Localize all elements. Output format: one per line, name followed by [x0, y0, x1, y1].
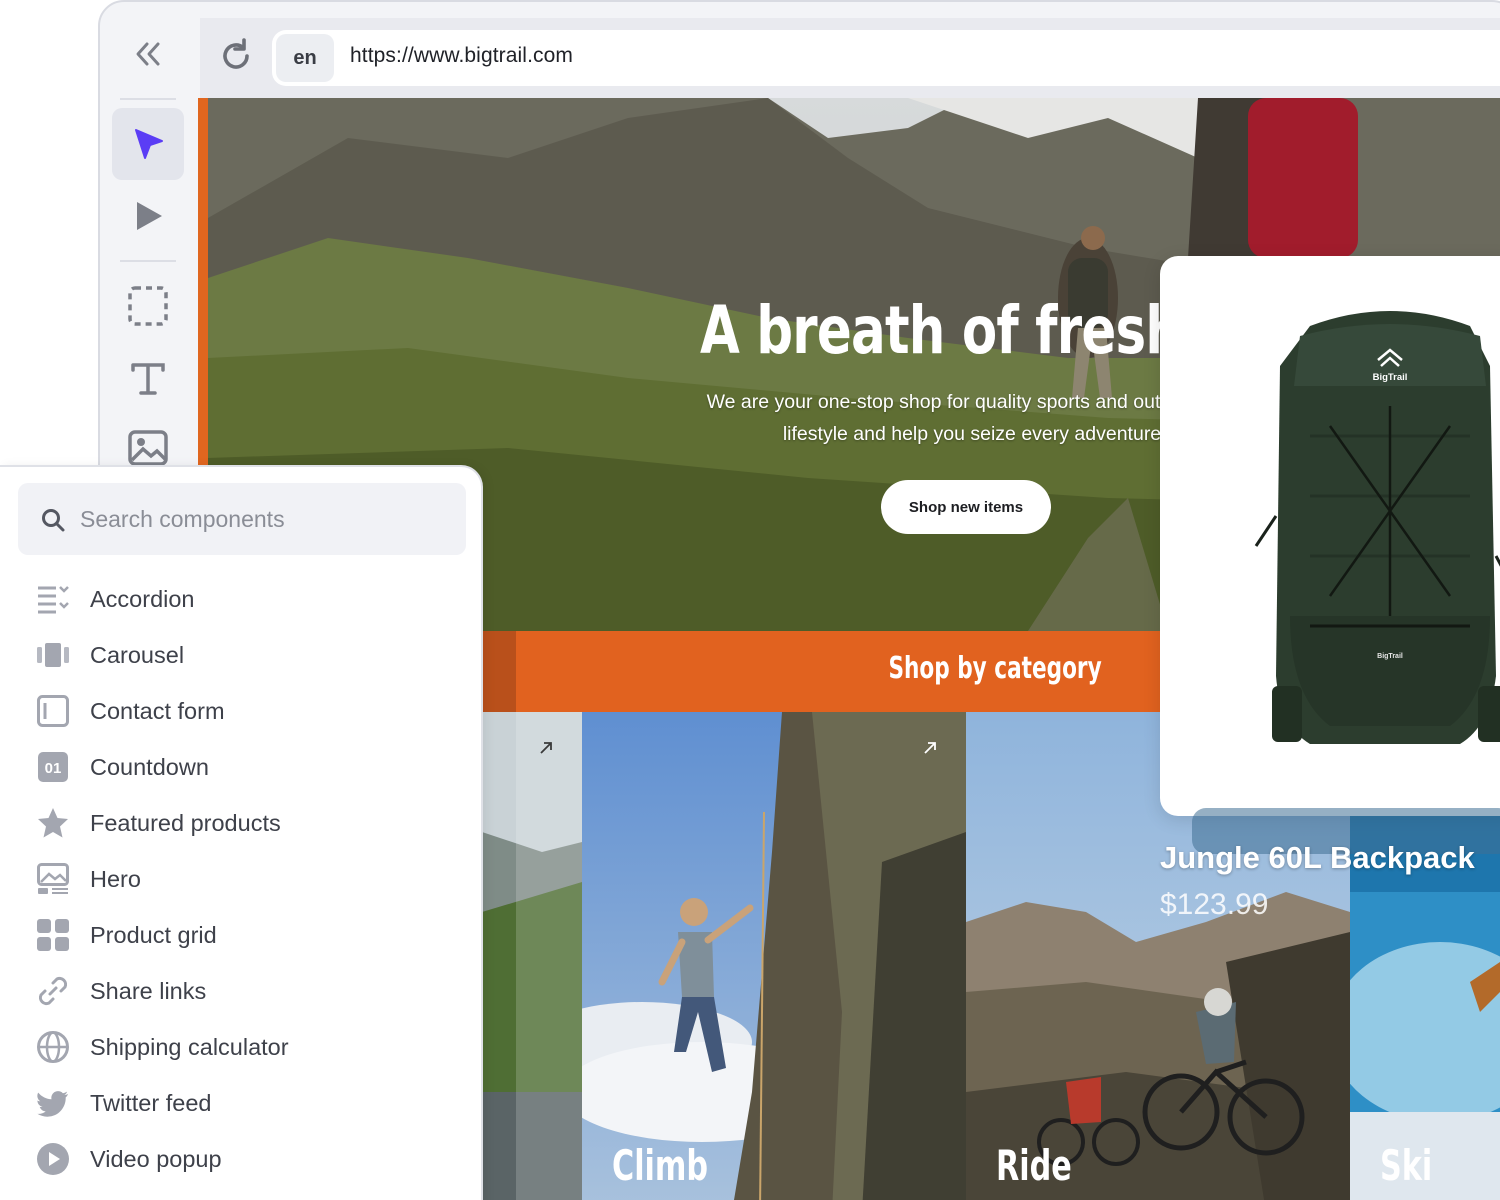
- rail-divider: [120, 98, 176, 100]
- hero-title: A breath of fresh: [700, 292, 1182, 369]
- landscape-image: [482, 712, 582, 1200]
- component-item-video-popup[interactable]: Video popup: [18, 1131, 466, 1187]
- search-icon: [42, 509, 65, 532]
- text-tool-button[interactable]: [112, 342, 184, 414]
- product-name: Jungle 60L Backpack: [1160, 840, 1475, 875]
- component-item-twitter-feed[interactable]: Twitter feed: [18, 1075, 466, 1131]
- image-icon: [128, 430, 168, 466]
- countdown-icon: 01: [36, 750, 70, 784]
- component-item-shipping-calculator[interactable]: Shipping calculator: [18, 1019, 466, 1075]
- star-icon: [36, 806, 70, 840]
- component-label: Countdown: [90, 753, 209, 780]
- search-input[interactable]: [80, 483, 450, 555]
- reload-icon[interactable]: [216, 36, 256, 76]
- contact-form-icon: [36, 694, 70, 728]
- language-selector[interactable]: en: [276, 34, 334, 82]
- component-item-accordion[interactable]: Accordion: [18, 571, 466, 627]
- arrow-up-right-icon: [540, 742, 552, 754]
- product-card[interactable]: BigTrail BigTrail: [1160, 256, 1500, 816]
- component-search[interactable]: [18, 483, 466, 555]
- component-label: Featured products: [90, 809, 281, 836]
- container-tool-button[interactable]: [112, 270, 184, 342]
- tile-label-ski: Ski: [1380, 1141, 1433, 1190]
- component-label: Accordion: [90, 585, 195, 612]
- svg-text:01: 01: [45, 760, 62, 777]
- component-label: Hero: [90, 865, 141, 892]
- play-circle-icon: [36, 1142, 70, 1176]
- selection-edge: [198, 98, 208, 470]
- backpack-image: BigTrail BigTrail: [1254, 311, 1500, 744]
- climbing-image: [582, 712, 966, 1200]
- component-item-share-links[interactable]: Share links: [18, 963, 466, 1019]
- accordion-icon: [36, 582, 70, 616]
- component-item-product-grid[interactable]: Product grid: [18, 907, 466, 963]
- url-text[interactable]: https://www.bigtrail.com: [350, 44, 573, 68]
- component-item-countdown[interactable]: 01 Countdown: [18, 739, 466, 795]
- grid-icon: [36, 918, 70, 952]
- select-tool-button[interactable]: [112, 108, 184, 180]
- double-chevron-left-icon: [136, 42, 160, 66]
- component-label: Video popup: [90, 1145, 222, 1172]
- preview-tool-button[interactable]: [112, 180, 184, 252]
- component-item-featured-products[interactable]: Featured products: [18, 795, 466, 851]
- component-item-hero[interactable]: Hero: [18, 851, 466, 907]
- link-icon: [36, 974, 70, 1008]
- category-tile-climb[interactable]: Climb: [582, 712, 966, 1200]
- tile-label-climb: Climb: [612, 1141, 709, 1190]
- component-label: Shipping calculator: [90, 1033, 289, 1060]
- backpack-brand-logo-small: BigTrail: [1377, 653, 1403, 660]
- cursor-arrow-icon: [135, 129, 163, 159]
- component-label: Twitter feed: [90, 1089, 212, 1116]
- rail-divider: [120, 260, 176, 262]
- text-icon: [131, 363, 165, 395]
- component-label: Product grid: [90, 921, 217, 948]
- globe-icon: [36, 1030, 70, 1064]
- arrow-up-right-icon: [924, 742, 936, 754]
- component-item-carousel[interactable]: Carousel: [18, 627, 466, 683]
- tile-label-ride: Ride: [996, 1141, 1072, 1190]
- shop-new-items-button[interactable]: Shop new items: [881, 480, 1051, 534]
- category-title-text: Shop by category: [888, 651, 1102, 686]
- component-item-contact-form[interactable]: Contact form: [18, 683, 466, 739]
- play-icon: [137, 202, 162, 230]
- category-tile-partial[interactable]: [482, 712, 582, 1200]
- carousel-icon: [36, 638, 70, 672]
- backpack-brand-logo: BigTrail: [1373, 372, 1408, 383]
- hero-icon: [36, 862, 70, 896]
- component-label: Carousel: [90, 641, 185, 668]
- dashed-box-icon: [128, 286, 168, 326]
- twitter-icon: [36, 1086, 70, 1120]
- component-label: Share links: [90, 977, 207, 1004]
- components-panel: Accordion Carousel Contact form 01 Count…: [0, 465, 483, 1200]
- component-label: Contact form: [90, 697, 225, 724]
- collapse-button[interactable]: [112, 18, 184, 90]
- product-price: $123.99: [1160, 888, 1269, 921]
